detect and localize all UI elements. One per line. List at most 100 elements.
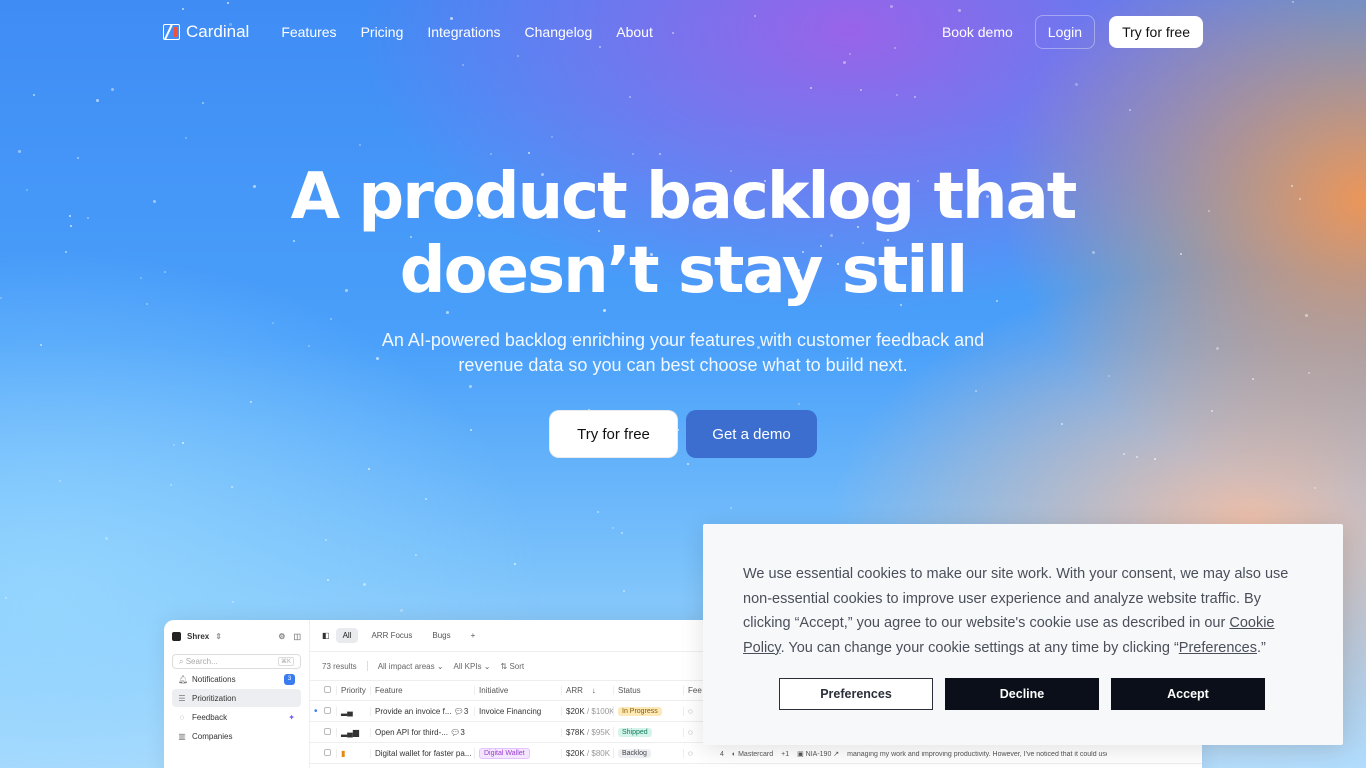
star-dot bbox=[250, 401, 253, 404]
hero-title-line-1: A product backlog that bbox=[290, 160, 1078, 234]
star-dot bbox=[848, 52, 851, 55]
cookie-accept-button[interactable]: Accept bbox=[1111, 678, 1265, 710]
hero-try-free-button[interactable]: Try for free bbox=[549, 410, 678, 458]
star-dot bbox=[517, 55, 520, 58]
sidebar-item-companies[interactable]: ▥ Companies bbox=[172, 727, 301, 745]
star-dot bbox=[77, 156, 80, 159]
priority-bars-icon: ▂▄▆ bbox=[336, 727, 370, 737]
cookie-decline-button[interactable]: Decline bbox=[945, 678, 1099, 710]
search-shortcut: ⌘K bbox=[277, 657, 294, 666]
hero-title: A product backlog that doesn’t stay stil… bbox=[0, 160, 1366, 308]
row-checkbox[interactable] bbox=[324, 727, 336, 737]
feature-cell: Provide an invoice f... 💬︎3 bbox=[370, 706, 474, 716]
tab-all[interactable]: All bbox=[335, 628, 359, 643]
nav-links: Features Pricing Integrations Changelog … bbox=[281, 24, 653, 40]
star-dot bbox=[1291, 1, 1294, 4]
cookie-actions: Preferences Decline Accept bbox=[779, 678, 1265, 710]
cardinal-logo-icon bbox=[163, 24, 180, 40]
tab-bugs[interactable]: Bugs bbox=[425, 628, 457, 643]
more-companies-tag: +1 bbox=[781, 750, 790, 758]
star-dot bbox=[58, 480, 61, 483]
hero-subtitle: An AI-powered backlog enriching your fea… bbox=[0, 328, 1366, 378]
status-badge: Shipped bbox=[613, 727, 683, 737]
status-badge: Backlog bbox=[613, 748, 683, 758]
row-checkbox[interactable] bbox=[324, 748, 336, 758]
list-icon: ☰ bbox=[178, 693, 186, 703]
star-dot bbox=[1075, 83, 1079, 87]
workspace-name: Shrex bbox=[187, 631, 210, 641]
arr-cell: $20K / $100K bbox=[561, 706, 615, 716]
sidebar-item-label: Feedback bbox=[192, 712, 228, 722]
column-feature[interactable]: Feature bbox=[370, 686, 474, 695]
sidebar-header-icons: ⚙ ◫ bbox=[278, 632, 301, 641]
feedback-icon: ◌ bbox=[683, 748, 703, 758]
column-arr[interactable]: ARR ↓ bbox=[561, 686, 613, 695]
hero-subtitle-line-2: revenue data so you can best choose what… bbox=[458, 355, 908, 375]
star-dot bbox=[327, 578, 330, 581]
book-demo-link[interactable]: Book demo bbox=[942, 16, 1013, 48]
sidebar-item-prioritization[interactable]: ☰ Prioritization bbox=[172, 689, 301, 707]
feedback-preview-strip: 4 ◐ Mastercard +1 ▣ NIA-190 ↗ managing m… bbox=[720, 744, 1200, 764]
cookie-preferences-button[interactable]: Preferences bbox=[779, 678, 933, 710]
star-dot bbox=[797, 403, 800, 406]
app-sidebar: Shrex ⇕ ⚙ ◫ ⌕ Search... ⌘K 🔔︎ Notificati… bbox=[164, 620, 310, 768]
sidebar-search-input[interactable]: ⌕ Search... ⌘K bbox=[172, 654, 301, 669]
star-dot bbox=[686, 462, 689, 465]
tab-arr-focus[interactable]: ARR Focus bbox=[364, 628, 419, 643]
sidebar-toggle-icon[interactable]: ◫ bbox=[293, 632, 301, 641]
star-dot bbox=[95, 98, 99, 102]
star-dot bbox=[623, 589, 626, 592]
brand-logo[interactable]: Cardinal bbox=[163, 22, 249, 42]
column-initiative[interactable]: Initiative bbox=[474, 686, 561, 695]
workspace-switcher[interactable]: Shrex ⇕ ⚙ ◫ bbox=[172, 628, 301, 644]
row-checkbox[interactable] bbox=[324, 706, 336, 716]
star-dot bbox=[415, 553, 418, 556]
sidebar-item-notifications[interactable]: 🔔︎ Notifications 3 bbox=[172, 670, 301, 688]
panel-toggle-icon[interactable]: ◧ bbox=[322, 631, 330, 640]
star-dot bbox=[730, 506, 733, 509]
star-dot bbox=[1129, 108, 1132, 111]
sidebar-item-label: Companies bbox=[192, 731, 233, 741]
star-dot bbox=[1304, 313, 1308, 317]
star-dot bbox=[424, 498, 427, 501]
impact-filter[interactable]: All impact areas ⌄ bbox=[378, 662, 444, 671]
nav-actions: Book demo Login Try for free bbox=[942, 15, 1203, 49]
nav-link-pricing[interactable]: Pricing bbox=[361, 24, 404, 40]
star-dot bbox=[913, 96, 916, 99]
preferences-link[interactable]: Preferences bbox=[1179, 640, 1257, 656]
feedback-count: 4 bbox=[720, 750, 724, 758]
star-dot bbox=[527, 152, 530, 155]
star-dot bbox=[367, 467, 370, 470]
nav-link-features[interactable]: Features bbox=[281, 24, 336, 40]
star-dot bbox=[111, 87, 115, 91]
nav-link-about[interactable]: About bbox=[616, 24, 653, 40]
workspace-logo-icon bbox=[172, 631, 181, 641]
sparkle-icon: ✦ bbox=[288, 712, 295, 722]
feedback-icon: ◌ bbox=[683, 706, 703, 716]
arr-cell: $78K / $95K bbox=[561, 727, 613, 737]
star-dot bbox=[975, 389, 978, 392]
kpi-filter[interactable]: All KPIs ⌄ bbox=[454, 662, 491, 671]
sort-button[interactable]: ⇅ Sort bbox=[501, 662, 525, 671]
column-feedback[interactable]: Fee bbox=[683, 686, 703, 695]
ticket-tag[interactable]: ▣ NIA-190 ↗ bbox=[797, 750, 839, 758]
column-status[interactable]: Status bbox=[613, 686, 683, 695]
column-priority[interactable]: Priority bbox=[336, 686, 370, 695]
nav-try-free-button[interactable]: Try for free bbox=[1109, 16, 1203, 48]
search-icon: ⌕ bbox=[179, 656, 184, 666]
star-dot bbox=[330, 318, 333, 321]
nav-link-integrations[interactable]: Integrations bbox=[427, 24, 500, 40]
arr-cell: $20K / $80K bbox=[561, 748, 613, 758]
search-placeholder: Search... bbox=[185, 657, 218, 666]
login-button[interactable]: Login bbox=[1034, 15, 1096, 49]
star-dot bbox=[602, 308, 606, 312]
select-all-checkbox[interactable] bbox=[324, 686, 336, 695]
star-dot bbox=[5, 596, 8, 599]
sidebar-item-feedback[interactable]: ◌ Feedback ✦ bbox=[172, 708, 301, 726]
hero-title-line-2: doesn’t stay still bbox=[399, 234, 968, 308]
add-tab-button[interactable]: + bbox=[464, 628, 483, 643]
feedback-snippet: managing my work and improving productiv… bbox=[847, 750, 1108, 758]
settings-icon[interactable]: ⚙ bbox=[278, 632, 285, 641]
get-demo-button[interactable]: Get a demo bbox=[686, 410, 817, 458]
nav-link-changelog[interactable]: Changelog bbox=[525, 24, 593, 40]
